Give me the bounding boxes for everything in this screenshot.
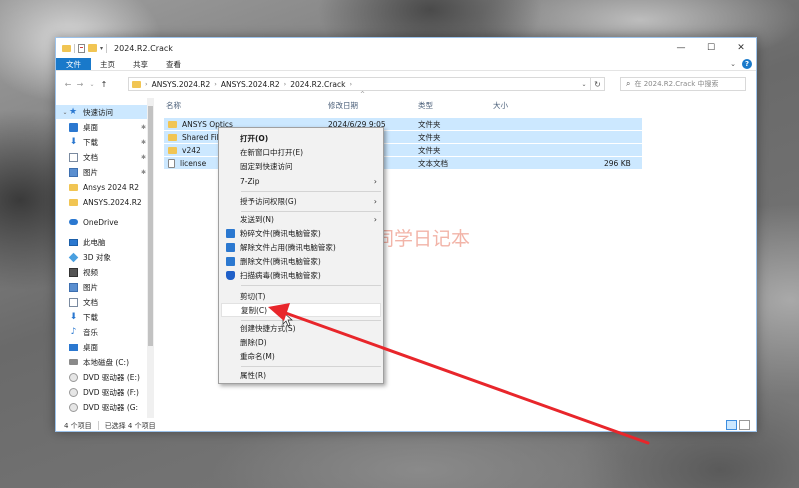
annotation-arrow-line <box>278 309 650 445</box>
annotation-overlay <box>268 303 650 445</box>
